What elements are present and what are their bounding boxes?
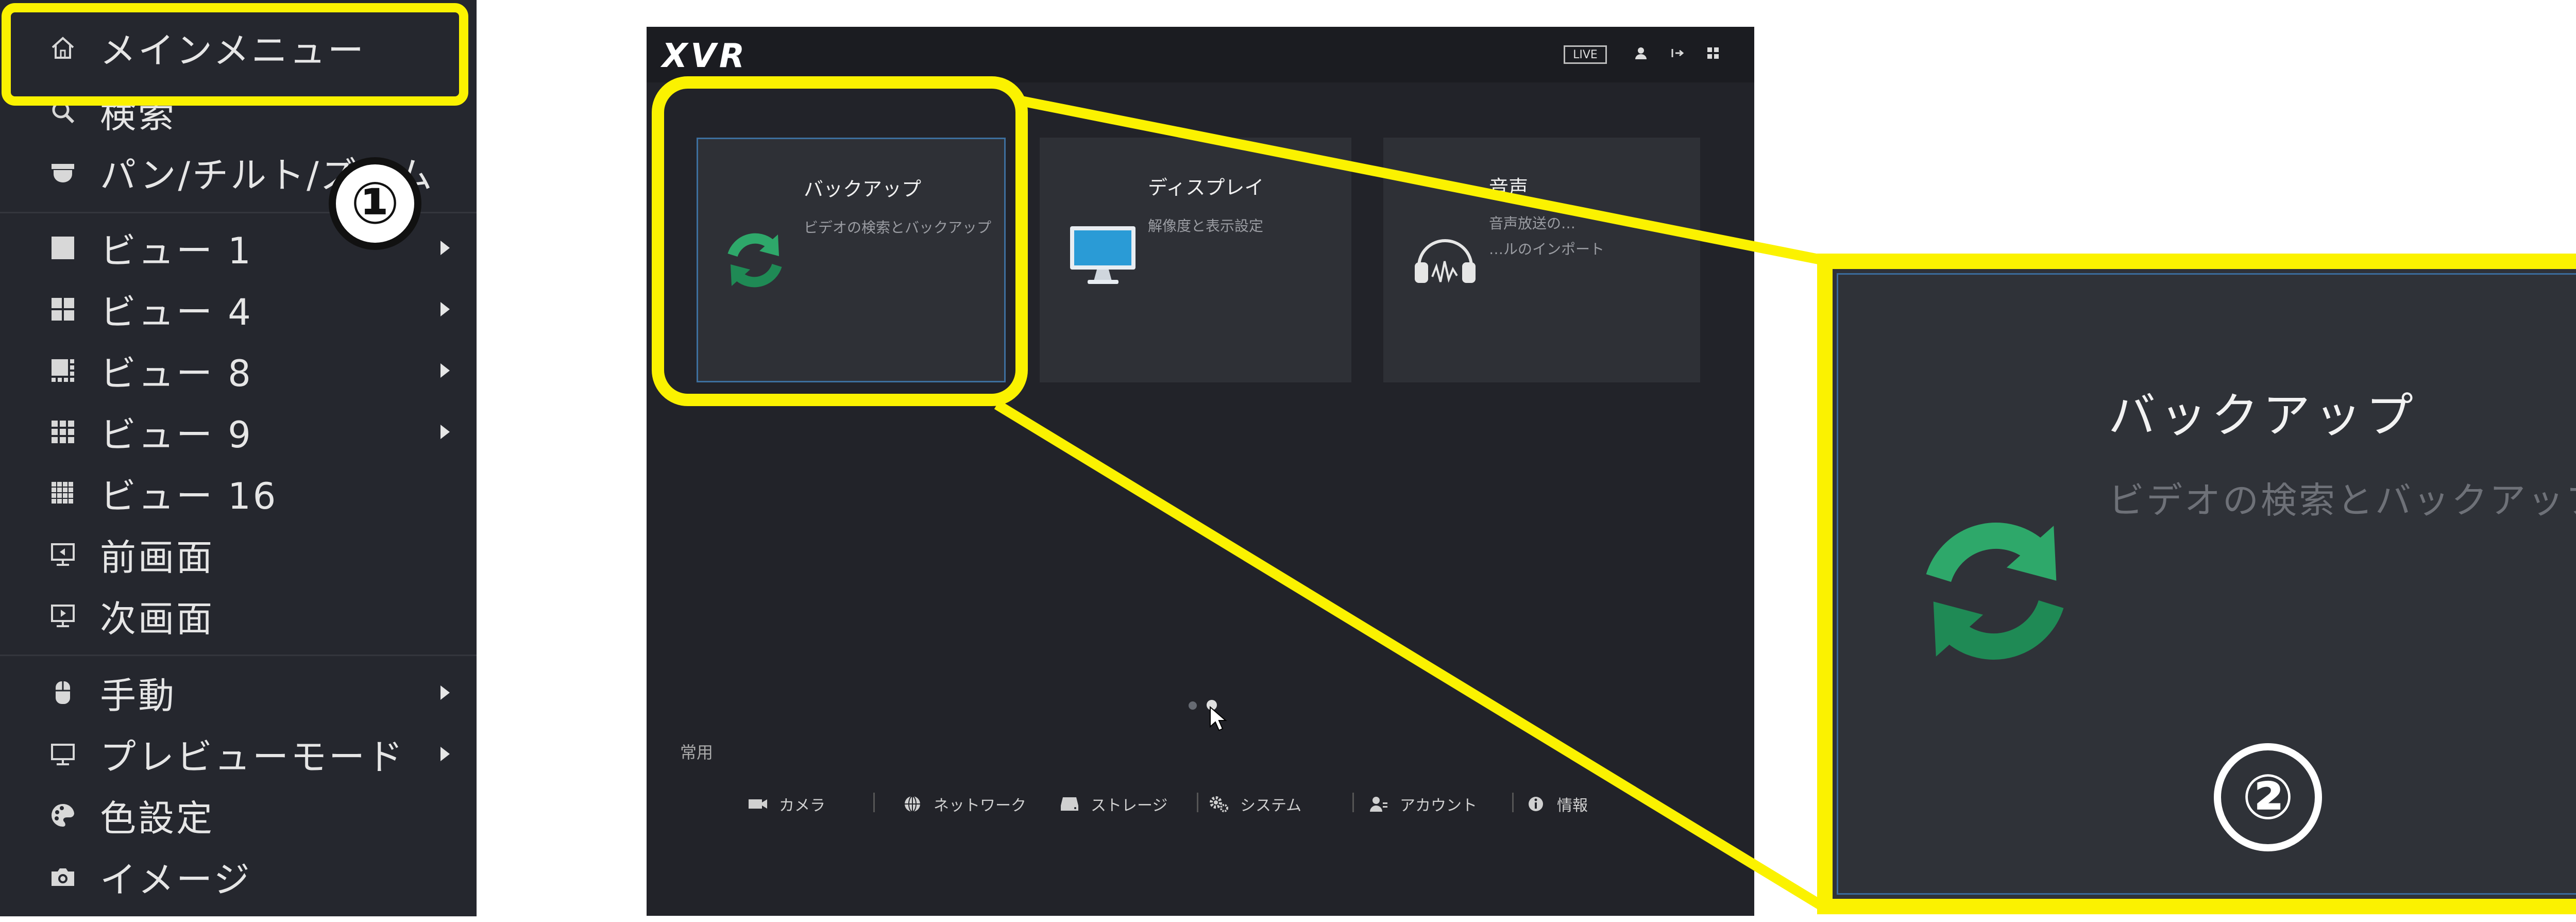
backup-sync-icon — [1926, 523, 2064, 660]
zoomed-backup-tile: バックアップ ビデオの検索とバックアップ ② — [1817, 254, 2576, 914]
zoom-tile-desc: ビデオの検索とバックアップ — [2108, 479, 2576, 522]
step-badge-2: ② — [2214, 743, 2322, 851]
zoom-tile-title: バックアップ — [2108, 388, 2418, 443]
